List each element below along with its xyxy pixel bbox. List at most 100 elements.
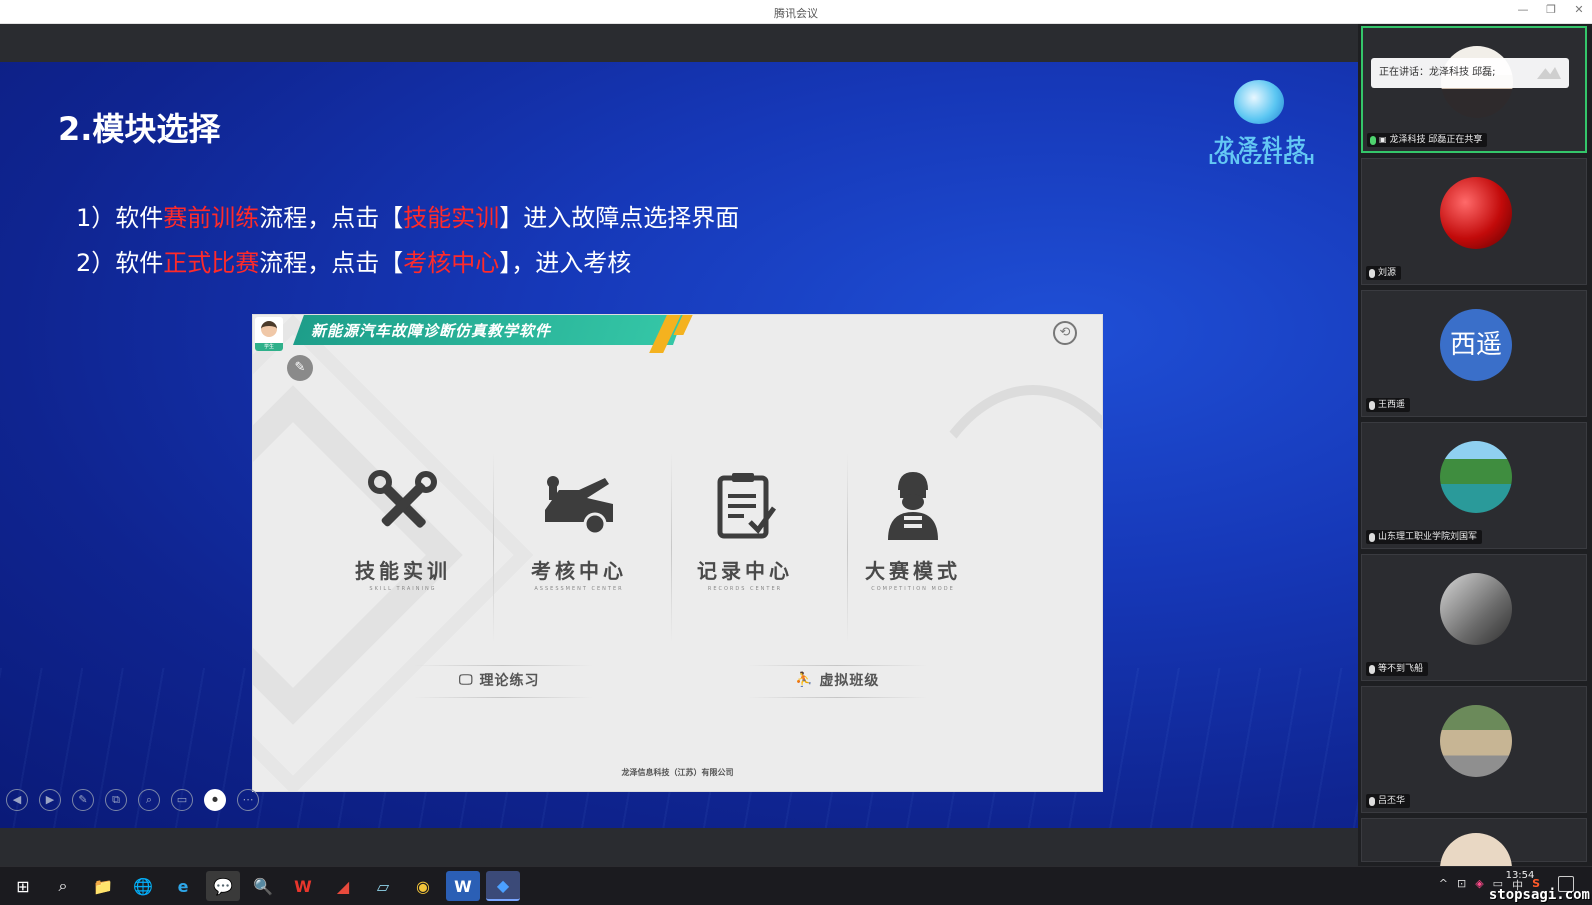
line-highlight: 考核中心	[403, 249, 500, 277]
line-text: 】进入故障点选择界面	[499, 204, 740, 232]
module-label: 大赛模式	[865, 559, 961, 583]
search-tool-icon[interactable]: 🔍	[246, 871, 280, 901]
taskbar-apps: ⊞ ⌕ 📁 🌐 e 💬 🔍 W ◢ ▱ ◉ W ◆	[6, 871, 520, 901]
participant-tile[interactable]: 正在讲话：龙泽科技 邱磊; ▣ 龙泽科技 邱磊正在共享	[1361, 26, 1587, 153]
next-slide-button[interactable]: ▶	[39, 789, 61, 811]
participant-tile[interactable]: 西遥 王西遥	[1361, 290, 1587, 417]
tray-expand-icon[interactable]: ^	[1439, 877, 1448, 893]
participant-name: 龙泽科技 邱磊正在共享	[1389, 135, 1483, 145]
exit-icon[interactable]: ⟲	[1053, 321, 1077, 345]
clock[interactable]: 13:54	[1498, 870, 1542, 881]
close-button[interactable]: ✕	[1572, 3, 1586, 16]
participant-name: 王西遥	[1378, 400, 1406, 410]
prev-slide-button[interactable]: ◀	[6, 789, 28, 811]
participant-name-bar: 王西遥	[1366, 398, 1411, 412]
module-assessment-center[interactable]: 考核中心 ASSESSMENT CENTER	[499, 465, 659, 655]
module-records-center[interactable]: 记录中心 RECORDS CENTER	[665, 465, 825, 655]
participant-name: 山东理工职业学院刘国军	[1378, 532, 1478, 542]
avatar-face-icon	[261, 321, 277, 337]
file-explorer-icon[interactable]: 📁	[86, 871, 120, 901]
student-avatar: 学生	[255, 317, 283, 351]
instruction-line-1: 1）软件赛前训练流程，点击【技能实训】进入故障点选择界面	[76, 198, 739, 233]
notepad-icon[interactable]: ▱	[366, 871, 400, 901]
word-icon[interactable]: W	[446, 871, 480, 901]
window-controls: — ❐ ✕	[1516, 3, 1586, 16]
tray-app-icon[interactable]: ⊡	[1457, 877, 1466, 893]
participants-panel: 正在讲话：龙泽科技 邱磊; ▣ 龙泽科技 邱磊正在共享 刘源 西遥 王西遥 山东…	[1358, 24, 1592, 905]
annotate-button[interactable]: ✎	[72, 789, 94, 811]
line-text: 流程，点击【	[259, 249, 404, 277]
module-skill-training[interactable]: 技能实训 SKILL TRAINING	[323, 465, 483, 655]
mic-muted-icon	[1369, 532, 1375, 542]
edit-icon[interactable]: ✎	[287, 355, 313, 381]
participant-avatar: 西遥	[1440, 309, 1512, 381]
mic-on-icon	[1370, 135, 1376, 145]
shared-slide: 2.模块选择 龙泽科技 LONGZETECH 1）软件赛前训练流程，点击【技能实…	[0, 62, 1358, 828]
zoom-button[interactable]: ⌕	[138, 789, 160, 811]
mic-muted-icon	[1369, 664, 1375, 674]
module-sublabel: COMPETITION MODE	[871, 586, 955, 592]
participant-name-bar: 等不到飞船	[1366, 662, 1429, 676]
line-highlight: 技能实训	[403, 204, 500, 232]
tencent-meeting-window: 腾讯会议 — ❐ ✕ 2.模块选择 龙泽科技 LONGZETECH 1）软件赛前…	[0, 0, 1592, 905]
watermark: stopsagi.com	[1488, 887, 1590, 903]
title-bar: 腾讯会议 — ❐ ✕	[0, 0, 1592, 24]
slides-overview-button[interactable]: ⧉	[105, 789, 127, 811]
tray-app-icon[interactable]: ◈	[1475, 877, 1483, 893]
tencent-meeting-icon[interactable]: ◆	[486, 871, 520, 901]
virtual-class-button[interactable]: ⛹ 虚拟班级	[795, 667, 879, 693]
software-screenshot: 新能源汽车故障诊断仿真教学软件 学生 ✎ ⟲ 技能实训 SKILL TRAINI…	[252, 314, 1103, 792]
speaking-indicator: 正在讲话：龙泽科技 邱磊;	[1371, 58, 1569, 88]
divider	[413, 665, 593, 666]
slide-control-bar: ◀ ▶ ✎ ⧉ ⌕ ▭ ⏺ ⋯	[6, 789, 259, 811]
window-title: 腾讯会议	[774, 7, 818, 20]
theory-practice-button[interactable]: 🖵 理论练习	[459, 667, 540, 693]
camera-button[interactable]: ⏺	[204, 789, 226, 811]
participant-tile[interactable]: 吕丕华	[1361, 686, 1587, 813]
edge-icon[interactable]: e	[166, 871, 200, 901]
restore-button[interactable]: ❐	[1544, 3, 1558, 16]
participant-name-bar: 吕丕华	[1366, 794, 1411, 808]
monitor-icon: 🖵	[459, 672, 474, 688]
participant-name: 等不到飞船	[1378, 664, 1424, 674]
divider	[747, 665, 927, 666]
app-title: 新能源汽车故障诊断仿真教学软件	[311, 322, 552, 340]
logo-orb-icon	[1234, 80, 1284, 124]
start-icon[interactable]: ⊞	[6, 871, 40, 901]
racer-icon	[833, 465, 993, 545]
wps-icon[interactable]: W	[286, 871, 320, 901]
mic-muted-icon	[1369, 268, 1375, 278]
screen-button[interactable]: ▭	[171, 789, 193, 811]
line-highlight: 赛前训练	[163, 204, 260, 232]
participant-tile[interactable]: 刘源	[1361, 158, 1587, 285]
wechat-icon[interactable]: 💬	[206, 871, 240, 901]
participant-avatar	[1440, 705, 1512, 777]
module-label: 技能实训	[355, 559, 451, 583]
car-repair-icon	[499, 465, 659, 545]
participant-avatar	[1440, 441, 1512, 513]
student-tag: 学生	[255, 343, 283, 351]
participant-name-bar: ▣ 龙泽科技 邱磊正在共享	[1367, 133, 1488, 147]
participant-tile[interactable]: 山东理工职业学院刘国军	[1361, 422, 1587, 549]
search-icon[interactable]: ⌕	[46, 871, 80, 901]
more-button[interactable]: ⋯	[237, 789, 259, 811]
module-label: 考核中心	[531, 559, 627, 583]
participant-tile-partial[interactable]	[1361, 818, 1587, 905]
app-red-icon[interactable]: ◢	[326, 871, 360, 901]
waveform-icon	[1537, 67, 1561, 79]
share-top-band	[0, 24, 1358, 62]
chrome-icon[interactable]: ◉	[406, 871, 440, 901]
share-bottom-band	[0, 828, 1358, 866]
instruction-line-2: 2）软件正式比赛流程，点击【考核中心】，进入考核	[76, 243, 631, 278]
windows-taskbar: ⊞ ⌕ 📁 🌐 e 💬 🔍 W ◢ ▱ ◉ W ◆ ^ ⊡ ◈ ▭ 中 S 13…	[0, 866, 1592, 905]
minimize-button[interactable]: —	[1516, 3, 1530, 16]
line-text: 】，进入考核	[499, 249, 632, 277]
divider	[747, 697, 927, 698]
module-competition-mode[interactable]: 大赛模式 COMPETITION MODE	[833, 465, 993, 655]
screen-share-icon: ▣	[1379, 135, 1387, 144]
line-number: 2）	[76, 249, 116, 277]
participant-tile[interactable]: 等不到飞船	[1361, 554, 1587, 681]
browser-icon[interactable]: 🌐	[126, 871, 160, 901]
teacher-icon: ⛹	[795, 672, 814, 688]
line-text: 软件	[115, 204, 164, 232]
